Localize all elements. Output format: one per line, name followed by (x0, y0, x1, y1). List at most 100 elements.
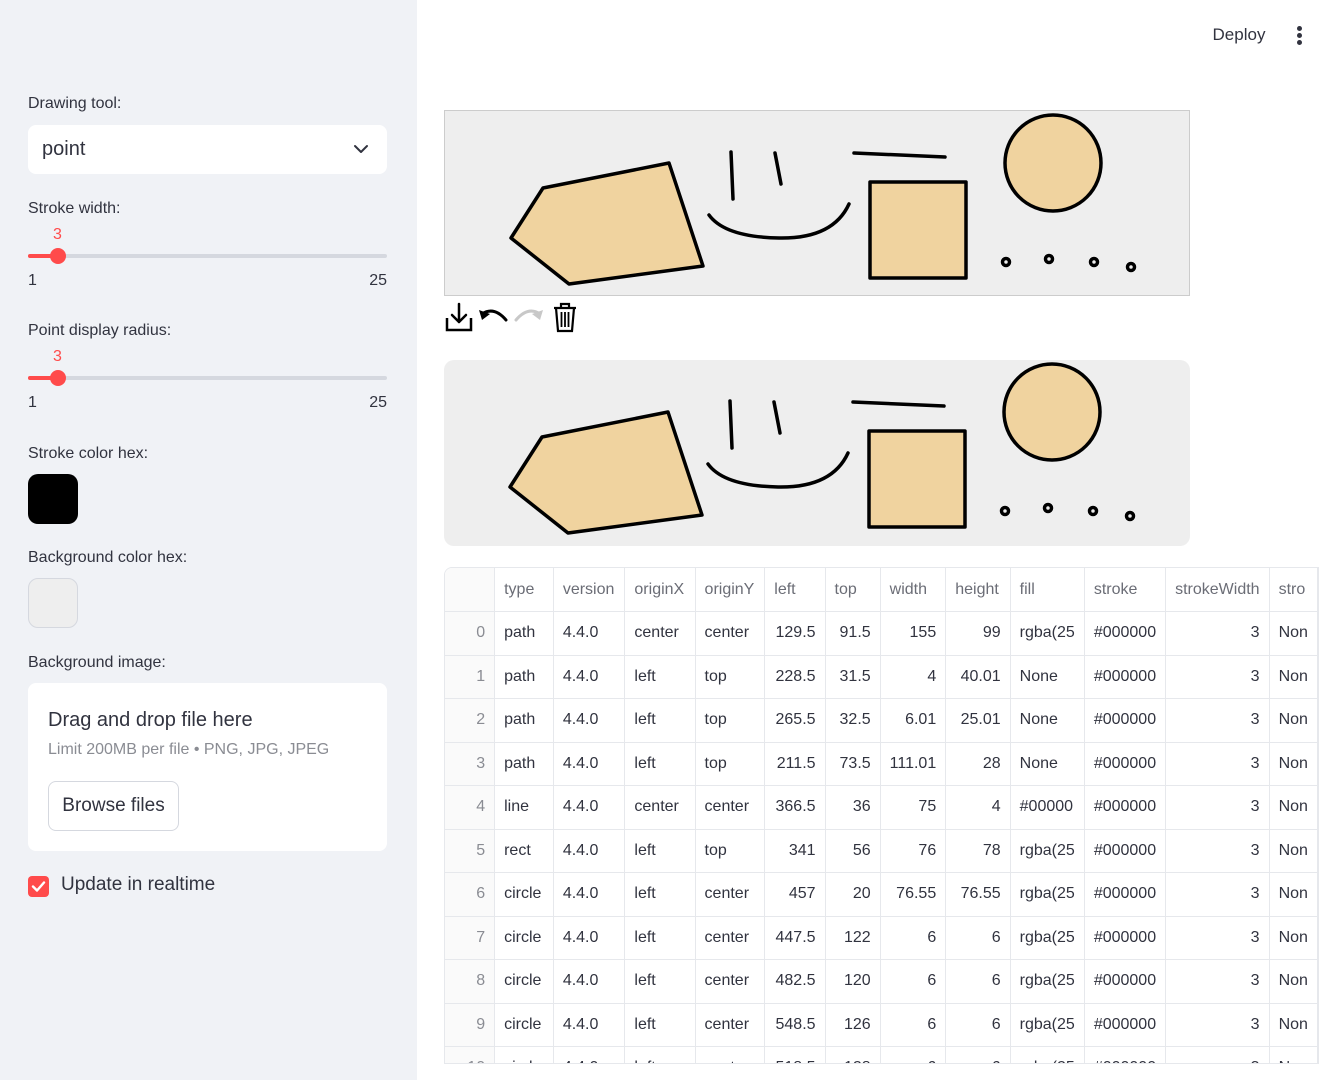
file-uploader-dropzone[interactable]: Drag and drop file here Limit 200MB per … (28, 683, 387, 851)
table-cell: #000000 (1084, 916, 1167, 960)
table-row[interactable]: 6 circle 4.4.0 left center 457 20 76.55 76.55 rgb… (445, 872, 1318, 917)
table-cell: 3 (1165, 916, 1270, 960)
table-cell: 3 (1165, 611, 1270, 656)
table-cell: left (624, 742, 696, 786)
table-row[interactable]: 5 rect 4.4.0 left top 341 56 76 78 rgba(25 #000000… (445, 829, 1318, 873)
table-cell: Non (1269, 872, 1318, 917)
index-header[interactable] (445, 568, 496, 612)
deploy-button[interactable]: Deploy (1199, 20, 1279, 50)
table-cell: 32.5 (825, 698, 881, 743)
slider-thumb[interactable] (50, 370, 66, 386)
column-header[interactable]: type (494, 568, 554, 612)
sidebar: Drawing tool: point Stroke width: 3 1 25… (0, 0, 417, 1080)
redo-icon[interactable] (512, 300, 546, 334)
column-header[interactable]: top (825, 568, 881, 612)
slider-track (28, 254, 387, 258)
table-cell: top (695, 655, 766, 699)
table-cell: 4.4.0 (553, 655, 626, 699)
table-cell: #000000 (1084, 959, 1167, 1004)
table-cell: 6 (880, 959, 947, 1004)
drawing-tool-value: point (42, 138, 86, 160)
table-row[interactable]: 2 path 4.4.0 left top 265.5 32.5 6.01 25.01 None #… (445, 698, 1318, 743)
undo-icon[interactable] (476, 300, 510, 334)
slider-track (28, 376, 387, 380)
column-header[interactable]: stro (1269, 568, 1318, 612)
table-cell: #000000 (1084, 742, 1167, 786)
point-radius-slider[interactable]: 3 1 25 (28, 348, 387, 411)
table-cell: 4.4.0 (553, 1003, 626, 1047)
table-row[interactable]: 9 circle 4.4.0 left center 548.5 126 6 6 rgba(25 #… (445, 1003, 1318, 1047)
table-cell: #000000 (1084, 1046, 1167, 1063)
table-cell: center (695, 959, 766, 1004)
table-row[interactable]: 7 circle 4.4.0 left center 447.5 122 6 6 rgba(25 #… (445, 916, 1318, 960)
table-cell: 4.4.0 (553, 611, 626, 656)
row-index: 9 (445, 1003, 496, 1047)
table-cell: Non (1269, 1046, 1318, 1063)
objects-dataframe[interactable]: type version originX originY left top width hei… (444, 567, 1319, 1064)
dropzone-limit: Limit 200MB per file • PNG, JPG, JPEG (48, 741, 330, 758)
table-cell: center (695, 1003, 766, 1047)
trash-icon[interactable] (548, 300, 582, 334)
table-row[interactable]: 8 circle 4.4.0 left center 482.5 120 6 6 rgba(25 #… (445, 959, 1318, 1004)
table-cell: 56 (825, 829, 881, 873)
table-cell: path (494, 742, 554, 786)
table-cell: 3 (1165, 959, 1270, 1004)
table-cell: Non (1269, 1003, 1318, 1047)
column-header[interactable]: version (553, 568, 626, 612)
table-cell: 3 (1165, 655, 1270, 699)
row-index: 10 (445, 1046, 496, 1063)
stroke-width-current: 3 (53, 226, 62, 243)
table-row[interactable]: 1 path 4.4.0 left top 228.5 31.5 4 40.01 None #000… (445, 655, 1318, 699)
table-cell: 122 (825, 916, 881, 960)
table-cell: 4.4.0 (553, 1046, 626, 1063)
background-image-label: Background image: (28, 654, 166, 671)
browse-files-button[interactable]: Browse files (48, 781, 179, 831)
table-cell: 4.4.0 (553, 872, 626, 917)
column-header[interactable]: fill (1010, 568, 1085, 612)
table-cell: None (1010, 742, 1085, 786)
table-cell: #000000 (1084, 785, 1167, 830)
table-cell: 76 (880, 829, 947, 873)
drawing-canvas[interactable] (444, 110, 1190, 296)
table-cell: None (1010, 698, 1085, 743)
table-cell: line (494, 785, 554, 830)
slider-thumb[interactable] (50, 248, 66, 264)
column-header[interactable]: originY (695, 568, 766, 612)
column-header[interactable]: stroke (1084, 568, 1167, 612)
vertical-dots-icon[interactable] (1290, 24, 1308, 48)
table-cell: 91.5 (825, 611, 881, 656)
column-header[interactable]: left (764, 568, 826, 612)
table-cell: Non (1269, 742, 1318, 786)
table-row[interactable]: 3 path 4.4.0 left top 211.5 73.5 111.01 28 None #0… (445, 742, 1318, 786)
table-row[interactable]: 0 path 4.4.0 center center 129.5 91.5 155 99 rgba… (445, 611, 1318, 656)
table-cell: 3 (1165, 829, 1270, 873)
table-row[interactable]: 10circle4.4.0leftcenter518.512866rgba(25… (445, 1046, 1318, 1063)
table-cell: 3 (1165, 1003, 1270, 1047)
realtime-checkbox[interactable] (28, 876, 49, 897)
table-row[interactable]: 4 line 4.4.0 center center 366.5 36 75 4 #00000 #0… (445, 785, 1318, 830)
table-cell: left (624, 1003, 696, 1047)
table-cell: circle (494, 1046, 554, 1063)
column-header[interactable]: strokeWidth (1165, 568, 1270, 612)
table-cell: 73.5 (825, 742, 881, 786)
table-cell: Non (1269, 916, 1318, 960)
row-index: 2 (445, 698, 496, 743)
table-cell: Non (1269, 829, 1318, 873)
drawing-tool-select[interactable]: point (28, 125, 387, 174)
stroke-width-slider[interactable]: 3 1 25 (28, 226, 387, 289)
column-header[interactable]: width (880, 568, 947, 612)
background-color-swatch[interactable] (28, 578, 78, 628)
table-cell: 341 (764, 829, 826, 873)
column-header[interactable]: height (945, 568, 1011, 612)
stroke-color-swatch[interactable] (28, 474, 78, 524)
table-cell: rgba(25 (1010, 959, 1085, 1004)
table-cell: 3 (1165, 872, 1270, 917)
table-cell: 28 (945, 742, 1011, 786)
row-index: 6 (445, 872, 496, 917)
table-cell: 3 (1165, 785, 1270, 830)
row-index: 0 (445, 611, 496, 656)
table-cell: path (494, 655, 554, 699)
table-cell: top (695, 742, 766, 786)
column-header[interactable]: originX (624, 568, 696, 612)
download-icon[interactable] (444, 300, 478, 334)
